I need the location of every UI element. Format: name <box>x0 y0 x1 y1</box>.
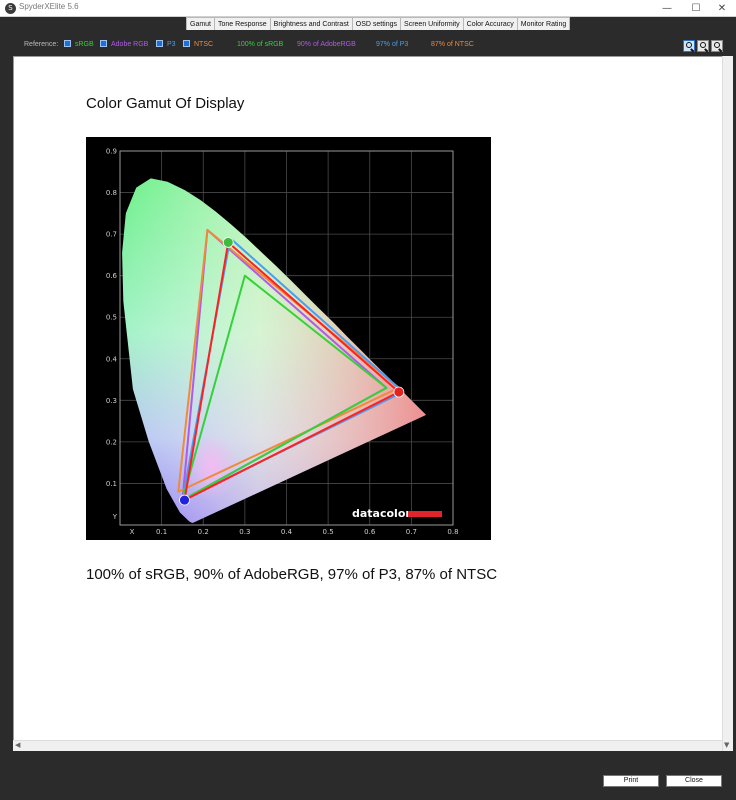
close-window-button[interactable]: ✕ <box>708 0 736 17</box>
gamut-summary: 100% of sRGB, 90% of AdobeRGB, 97% of P3… <box>86 566 498 583</box>
horizontal-scrollbar[interactable]: ◀ <box>13 740 722 751</box>
y-tick-label: 0.9 <box>106 148 117 156</box>
primary-marker <box>179 494 190 506</box>
tab-color-accuracy[interactable]: Color Accuracy <box>462 17 518 30</box>
srgb-checkbox[interactable] <box>64 40 71 47</box>
x-tick-label: 0.6 <box>364 528 376 536</box>
tab-tone-response[interactable]: Tone Response <box>214 17 271 30</box>
reference-p3[interactable]: P3 <box>156 40 176 49</box>
x-tick-label: 0.5 <box>323 528 334 536</box>
print-button[interactable]: Print <box>603 775 659 787</box>
tab-gamut[interactable]: Gamut <box>186 17 216 30</box>
primary-marker <box>222 237 234 248</box>
x-tick-label: 0.8 <box>447 528 458 536</box>
x-tick-label: 0.1 <box>156 528 167 536</box>
ntsc-label: NTSC <box>194 41 214 48</box>
title-bar: S SpyderXElite 5.6 — ☐ ✕ <box>0 0 736 17</box>
y-tick-label: 0.4 <box>106 355 118 363</box>
spectral-locus-overlay <box>122 178 426 523</box>
app-icon: S <box>5 3 16 14</box>
vertical-scrollbar[interactable]: ▼ <box>722 56 733 751</box>
datacolor-logo: datacolor <box>352 507 411 520</box>
x-tick-label: 0.2 <box>198 528 209 536</box>
report-panel: Color Gamut Of Display 0.1 0.2 0.3 0.4 0.5 0.… <box>13 56 723 751</box>
y-tick-label: 0.7 <box>106 231 117 239</box>
tab-brightness-contrast[interactable]: Brightness and Contrast <box>269 17 353 30</box>
p3-checkbox[interactable] <box>156 40 163 47</box>
zoom-fit-icon[interactable] <box>711 40 723 53</box>
reference-adobe-rgb[interactable]: Adobe RGB <box>100 40 148 49</box>
reference-bar: Reference: sRGB Adobe RGB P3 NTSC 100% o… <box>0 30 736 56</box>
y-tick-label: 0.6 <box>106 272 118 280</box>
tab-osd-settings[interactable]: OSD settings <box>351 17 402 30</box>
zoom-in-icon[interactable] <box>683 40 695 53</box>
primary-marker <box>393 386 405 398</box>
y-tick-label: 0.1 <box>106 480 117 488</box>
adobe-rgb-label: Adobe RGB <box>111 41 149 48</box>
minimize-button[interactable]: — <box>653 0 681 17</box>
x-tick-label: 0.4 <box>281 528 293 536</box>
window-title: SpyderXElite 5.6 <box>19 2 79 11</box>
y-tick-label: 0.2 <box>106 438 117 446</box>
y-tick-label: 0.5 <box>106 314 117 322</box>
srgb-label: sRGB <box>75 41 94 48</box>
zoom-out-icon[interactable] <box>697 40 709 53</box>
y-tick-label: 0.3 <box>106 397 117 405</box>
x-tick-label: 0.3 <box>239 528 250 536</box>
x-tick-label: 0.7 <box>406 528 417 536</box>
report-tabs: Gamut Tone Response Brightness and Contr… <box>186 17 571 30</box>
maximize-button[interactable]: ☐ <box>682 0 710 17</box>
ntsc-checkbox[interactable] <box>183 40 190 47</box>
close-button[interactable]: Close <box>666 775 722 787</box>
result-ntsc: 87% of NTSC <box>431 41 474 48</box>
reference-ntsc[interactable]: NTSC <box>183 40 213 49</box>
y-tick-label: 0.8 <box>106 189 117 197</box>
scroll-down-arrow-icon[interactable]: ▼ <box>724 741 729 749</box>
scroll-left-arrow-icon[interactable]: ◀ <box>15 741 20 749</box>
y-axis-label: Y <box>112 513 118 521</box>
datacolor-logo-bar <box>408 511 442 517</box>
x-axis-label: X <box>130 528 135 536</box>
page-title: Color Gamut Of Display <box>86 95 245 112</box>
tab-screen-uniformity[interactable]: Screen Uniformity <box>400 17 464 30</box>
tab-monitor-rating[interactable]: Monitor Rating <box>516 17 571 30</box>
reference-srgb[interactable]: sRGB <box>64 40 94 49</box>
result-adobe-rgb: 90% of AdobeRGB <box>297 41 356 48</box>
gamut-chart: 0.1 0.2 0.3 0.4 0.5 0.6 0.7 0.8 0.1 0.2 0.3 0.4 0.5 0… <box>86 137 491 540</box>
result-p3: 97% of P3 <box>376 41 409 48</box>
reference-label: Reference: <box>24 41 59 48</box>
adobe-rgb-checkbox[interactable] <box>100 40 107 47</box>
result-srgb: 100% of sRGB <box>237 41 284 48</box>
p3-label: P3 <box>167 41 176 48</box>
